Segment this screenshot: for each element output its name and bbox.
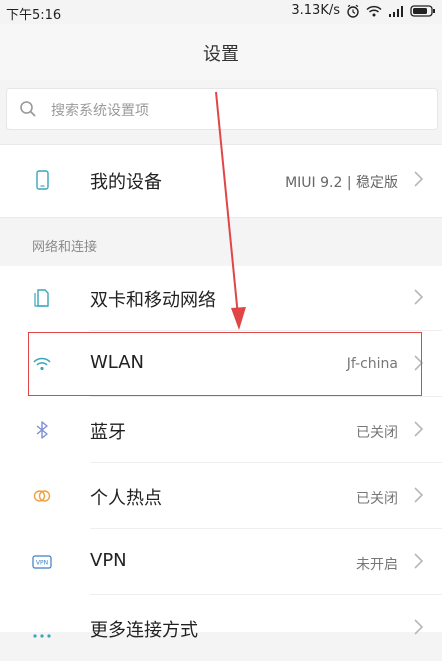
- divider: [90, 396, 442, 397]
- item-value: 已关闭: [356, 425, 398, 441]
- item-label: WLAN: [90, 352, 145, 373]
- vpn-icon: VPN: [32, 555, 52, 569]
- section-network-label: 网络和连接: [32, 240, 98, 255]
- sidebar-item-dual-sim[interactable]: 双卡和移动网络: [0, 266, 442, 331]
- chevron-right-icon: [414, 289, 424, 305]
- divider: [90, 462, 442, 463]
- phone-icon: [36, 170, 49, 190]
- bluetooth-icon: [36, 421, 48, 439]
- item-value: 未开启: [356, 557, 398, 573]
- battery-icon: [410, 4, 435, 17]
- app-header: 设置: [0, 24, 442, 80]
- item-value: Jf-china: [346, 356, 398, 372]
- item-label: VPN: [90, 550, 127, 571]
- wifi-icon: [33, 357, 51, 371]
- sim-card-icon: [34, 289, 49, 307]
- network-settings-list: 双卡和移动网络 WLAN Jf-china 蓝牙 已关闭 个人热点 已关闭 VP…: [0, 266, 442, 641]
- chevron-right-icon: [414, 487, 424, 503]
- list-item-hotspot[interactable]: 个人热点 已关闭: [0, 464, 442, 529]
- list-item-wlan[interactable]: WLAN Jf-china: [0, 332, 442, 397]
- my-device-content: 我的设备 MIUI 9.2 | 稳定版: [0, 148, 442, 214]
- search-icon: [20, 101, 36, 117]
- item-label: 蓝牙: [90, 422, 126, 443]
- signal-icon: [389, 5, 403, 17]
- hotspot-icon: [33, 490, 51, 502]
- status-icons: 3.13K/s: [291, 3, 436, 18]
- divider: [90, 594, 442, 595]
- status-time: 下午5:16: [6, 8, 62, 23]
- list-item-vpn[interactable]: VPN VPN 未开启: [0, 530, 442, 595]
- divider: [90, 330, 442, 331]
- chevron-right-icon: [414, 355, 424, 371]
- my-device-row[interactable]: 我的设备 MIUI 9.2 | 稳定版: [0, 144, 442, 218]
- divider: [90, 528, 442, 529]
- chevron-right-icon: [414, 171, 424, 187]
- item-value: 已关闭: [356, 491, 398, 507]
- status-bar: 下午5:16 3.13K/s: [0, 0, 442, 24]
- svg-text:VPN: VPN: [36, 560, 48, 567]
- list-item-more-connections[interactable]: 更多连接方式: [0, 596, 442, 661]
- wifi-status-icon: [366, 5, 382, 16]
- list-item-bluetooth[interactable]: 蓝牙 已关闭: [0, 398, 442, 463]
- chevron-right-icon: [414, 619, 424, 635]
- page-title: 设置: [203, 44, 239, 65]
- my-device-label: 我的设备: [90, 172, 162, 193]
- net-speed: 3.13K/s: [291, 3, 340, 18]
- my-device-value: MIUI 9.2 | 稳定版: [285, 175, 398, 191]
- more-icon: [33, 634, 51, 638]
- search-area: 搜索系统设置项: [0, 80, 442, 138]
- search-input[interactable]: 搜索系统设置项: [6, 88, 438, 130]
- item-label: 更多连接方式: [90, 620, 198, 641]
- alarm-icon: [347, 4, 359, 18]
- item-label: 双卡和移动网络: [90, 290, 216, 311]
- chevron-right-icon: [414, 421, 424, 437]
- item-label: 个人热点: [90, 488, 162, 509]
- chevron-right-icon: [414, 553, 424, 569]
- search-placeholder: 搜索系统设置项: [51, 103, 149, 119]
